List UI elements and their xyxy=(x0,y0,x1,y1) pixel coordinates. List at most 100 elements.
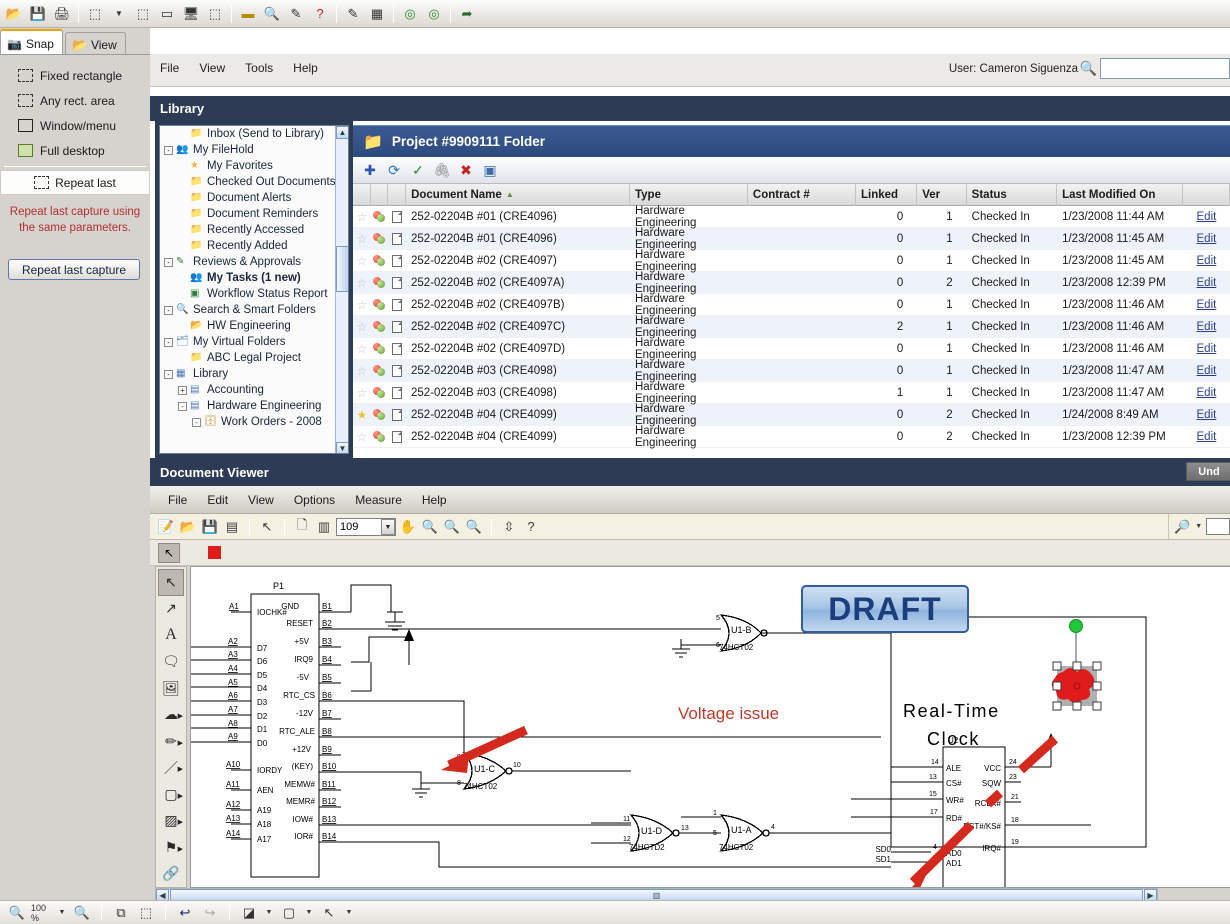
snagit-tabs[interactable]: 📷 Snap 📂 View xyxy=(0,28,150,54)
rect-select-icon[interactable]: ⬚ xyxy=(84,3,106,25)
tree-expand-toggle[interactable]: + xyxy=(178,386,187,395)
document-name-cell[interactable]: 252-02204B #03 (CRE4098) xyxy=(406,382,630,404)
highlighter-tool-icon[interactable]: ✏▶ xyxy=(158,728,184,755)
tree-node[interactable]: -🔍Search & Smart Folders xyxy=(160,302,348,318)
star-outline-icon[interactable]: ☆ xyxy=(356,364,367,378)
undo-button[interactable]: Und xyxy=(1186,462,1230,481)
check-in-icon[interactable]: ✓ xyxy=(409,161,427,179)
viewer-menu-file[interactable]: File xyxy=(168,493,187,507)
tree-node[interactable]: -▤Hardware Engineering xyxy=(160,398,348,414)
filehold-menubar[interactable]: File View Tools Help User: Cameron Sigue… xyxy=(150,54,1230,87)
refresh-icon[interactable]: ⟳ xyxy=(385,161,403,179)
ruler-icon[interactable]: ▬ xyxy=(237,3,259,25)
tree-node[interactable]: 📁Recently Added xyxy=(160,238,348,254)
favorite-star-icon[interactable]: ☆ xyxy=(353,250,371,272)
chevron-down-icon[interactable]: ▼ xyxy=(381,519,395,535)
edit-link-text[interactable]: Edit xyxy=(1197,431,1217,443)
capture-mode-full-desktop[interactable]: Full desktop xyxy=(0,138,150,163)
pan-icon[interactable]: ✋ xyxy=(398,517,418,537)
print-green-icon[interactable]: ◎ xyxy=(423,3,445,25)
tree-node-list[interactable]: 📁Inbox (Send to Library)-👥My FileHold★My… xyxy=(160,126,348,430)
col-document-name[interactable]: Document Name ▲ xyxy=(406,184,630,206)
table-row[interactable]: ☆252-02204B #02 (CRE4097B)Hardware Engin… xyxy=(353,294,1230,316)
col-contract[interactable]: Contract # xyxy=(748,184,856,206)
cursor-icon[interactable]: ↖ xyxy=(318,903,340,923)
border-icon[interactable]: ▢ xyxy=(278,903,300,923)
save-icon[interactable]: 💾 xyxy=(27,3,49,25)
viewer-menu-measure[interactable]: Measure xyxy=(355,493,402,507)
undo-icon[interactable]: ↩ xyxy=(174,903,196,923)
edit-link-text[interactable]: Edit xyxy=(1197,211,1217,223)
document-name-cell[interactable]: 252-02204B #01 (CRE4096) xyxy=(406,228,630,250)
tree-node[interactable]: 📁Recently Accessed xyxy=(160,222,348,238)
tree-collapse-toggle[interactable]: - xyxy=(164,370,173,379)
tree-collapse-toggle[interactable]: - xyxy=(164,146,173,155)
edit-link[interactable]: Edit xyxy=(1183,206,1230,228)
eyedropper-icon[interactable]: ✎ xyxy=(285,3,307,25)
zoom-out-icon[interactable]: 🔍 xyxy=(71,903,93,923)
save-icon[interactable]: 💾 xyxy=(200,517,220,537)
zoom-in-icon[interactable]: 🔍 xyxy=(6,903,28,923)
menu-help[interactable]: Help xyxy=(293,61,318,75)
tree-collapse-toggle[interactable]: - xyxy=(164,258,173,267)
properties-icon[interactable]: ▣ xyxy=(481,161,499,179)
library-tree[interactable]: 📁Inbox (Send to Library)-👥My FileHold★My… xyxy=(159,125,349,454)
stamp-tool-icon[interactable]: ⚑▶ xyxy=(158,834,184,861)
tree-node[interactable]: 📁Inbox (Send to Library) xyxy=(160,126,348,142)
print-icon[interactable]: 🖨 xyxy=(51,3,73,25)
tree-node[interactable]: 📁ABC Legal Project xyxy=(160,350,348,366)
table-row[interactable]: ☆252-02204B #03 (CRE4098)Hardware Engine… xyxy=(353,360,1230,382)
link-tool-icon[interactable]: 🔗 xyxy=(158,861,184,888)
chevron-down-icon[interactable]: ▼ xyxy=(303,903,315,923)
viewer-toolbar[interactable]: 📝 📂 💾 ▤ ↖ 🗋 ▥ 109 ▼ ✋ 🔍 🔍 🔍 ⇳ ? xyxy=(150,514,1230,540)
edit-link[interactable]: Edit xyxy=(1183,250,1230,272)
zoom-level-input[interactable]: 109 ▼ xyxy=(336,518,396,536)
tree-node[interactable]: -✎Reviews & Approvals xyxy=(160,254,348,270)
table-row[interactable]: ☆252-02204B #02 (CRE4097A)Hardware Engin… xyxy=(353,272,1230,294)
viewer-menu-help[interactable]: Help xyxy=(422,493,447,507)
save-green-icon[interactable]: ◎ xyxy=(399,3,421,25)
snagit-toolbar[interactable]: 📂 💾 🖨 ⬚ ▼ ⬚ ▭ 🖥 ⬚ ▬ 🔍 ✎ ? ✎ ▦ ◎ ◎ ➦ xyxy=(0,0,1230,28)
col-ver[interactable]: Ver xyxy=(917,184,966,206)
annotation-text-voltage-issue[interactable]: Voltage issue xyxy=(678,704,779,724)
folder-toolbar[interactable]: ✚ ⟳ ✓ 🖇 ✖ ▣ xyxy=(353,157,1230,184)
star-outline-icon[interactable]: ☆ xyxy=(356,276,367,290)
desktop-capture-icon[interactable]: 🖥 xyxy=(180,3,202,25)
viewer-menu-options[interactable]: Options xyxy=(294,493,335,507)
tree-node[interactable]: ★My Favorites xyxy=(160,158,348,174)
layout-icon[interactable]: ▤ xyxy=(222,517,242,537)
chevron-right-icon[interactable]: ▶ xyxy=(178,792,183,800)
star-outline-icon[interactable]: ☆ xyxy=(356,232,367,246)
favorite-star-icon[interactable]: ☆ xyxy=(353,228,371,250)
zoom-area-icon[interactable]: 🔍 xyxy=(420,517,440,537)
edit-link-text[interactable]: Edit xyxy=(1197,321,1217,333)
capture-mode-fixed-rectangle[interactable]: Fixed rectangle xyxy=(0,63,150,88)
document-name-cell[interactable]: 252-02204B #01 (CRE4096) xyxy=(406,206,630,228)
document-name-cell[interactable]: 252-02204B #04 (CRE4099) xyxy=(406,426,630,448)
viewer-menu-edit[interactable]: Edit xyxy=(207,493,228,507)
edit-link[interactable]: Edit xyxy=(1183,382,1230,404)
edit-link-text[interactable]: Edit xyxy=(1197,409,1217,421)
window-select-icon[interactable]: ▭ xyxy=(156,3,178,25)
star-outline-icon[interactable]: ☆ xyxy=(356,210,367,224)
col-status[interactable]: Status xyxy=(967,184,1057,206)
menu-view[interactable]: View xyxy=(199,61,225,75)
tab-snap[interactable]: 📷 Snap xyxy=(0,29,63,54)
scroll-up-arrow[interactable]: ▲ xyxy=(336,126,349,139)
chevron-right-icon[interactable]: ▶ xyxy=(178,765,183,773)
col-linked[interactable]: Linked xyxy=(856,184,917,206)
chevron-right-icon[interactable]: ▶ xyxy=(178,818,183,826)
tree-collapse-toggle[interactable]: - xyxy=(192,418,201,427)
menu-file[interactable]: File xyxy=(160,61,179,75)
favorite-star-icon[interactable]: ☆ xyxy=(353,316,371,338)
favorite-star-icon[interactable]: ☆ xyxy=(353,294,371,316)
capture-mode-repeat-last[interactable]: Repeat last xyxy=(0,170,150,195)
star-filled-icon[interactable]: ★ xyxy=(356,408,367,422)
star-outline-icon[interactable]: ☆ xyxy=(356,430,367,444)
edit-link[interactable]: Edit xyxy=(1183,272,1230,294)
text-tool-icon[interactable]: A xyxy=(158,622,184,649)
send-icon[interactable]: ➦ xyxy=(456,3,478,25)
menu-tools[interactable]: Tools xyxy=(245,61,273,75)
favorite-star-icon[interactable]: ☆ xyxy=(353,382,371,404)
tree-node[interactable]: -🗄Work Orders - 2008 xyxy=(160,414,348,430)
